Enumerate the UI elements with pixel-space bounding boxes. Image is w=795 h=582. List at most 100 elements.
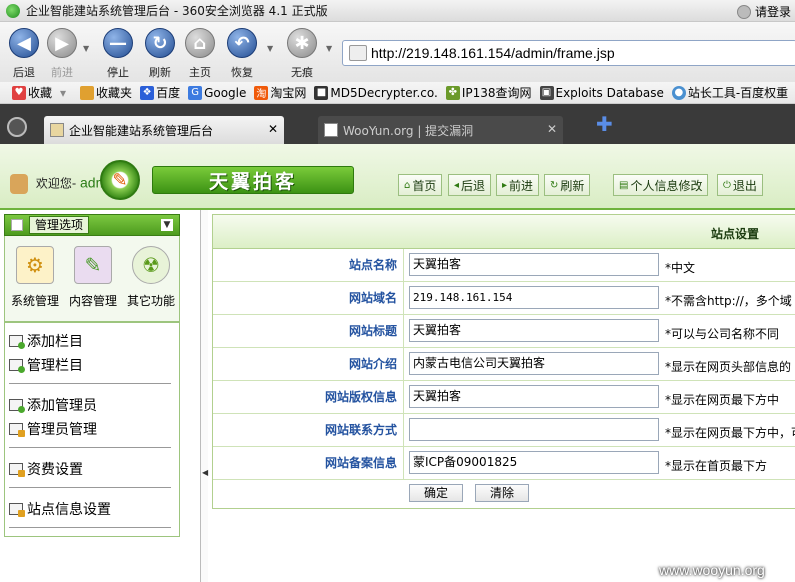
close-icon[interactable]: ✕	[547, 122, 557, 136]
baidu-icon: ❖	[140, 85, 155, 100]
page-icon	[324, 123, 338, 137]
divider	[9, 447, 171, 448]
sidebar-item-tariff[interactable]: 资费设置	[9, 459, 83, 479]
arrow-left-icon: ◂	[454, 179, 460, 191]
nav-home-button[interactable]: ⌂ 首页	[398, 174, 443, 196]
compass-logo-icon: ✎	[100, 160, 140, 200]
login-link[interactable]: 请登录	[736, 3, 791, 20]
chinaz-icon: ●	[671, 85, 686, 100]
sidebar-header: 管理选项 ▼	[4, 214, 180, 236]
form-actions: 确定 清除	[213, 480, 795, 508]
new-tab-icon[interactable]: ✚	[596, 114, 614, 134]
browser-toolbar: ◀ 后退 ▶ 前进 ▼ — 停止 ↻ 刷新 ⌂ 主页 ↶ 恢复 ▼ ✱ 无痕 ▼…	[0, 22, 795, 82]
submit-button[interactable]: 确定	[409, 484, 463, 502]
fav-folder[interactable]: 收藏夹	[80, 84, 132, 101]
fav-exploitdb[interactable]: ▣ Exploits Database	[539, 85, 664, 100]
browser-logo-icon	[6, 3, 20, 18]
site-name-input[interactable]: 天翼拍客	[409, 253, 659, 276]
browser-menu-icon[interactable]	[7, 117, 27, 137]
sidebar-item-manage-column[interactable]: 管理栏目	[9, 355, 83, 375]
icp-input[interactable]: 蒙ICP备09001825	[409, 451, 659, 474]
incognito-dropdown-icon[interactable]: ▼	[326, 44, 332, 53]
sidebar-item-add-admin[interactable]: 添加管理员	[9, 395, 97, 415]
nav-back-button[interactable]: ◂ 后退	[448, 174, 492, 196]
exploitdb-icon: ▣	[539, 85, 554, 100]
fav-google[interactable]: G Google	[188, 85, 246, 100]
refresh-icon: ↻	[145, 28, 175, 58]
sidebar-item-add-column[interactable]: 添加栏目	[9, 331, 83, 351]
sidebar-item-site-info[interactable]: 站点信息设置	[9, 499, 111, 519]
fav-ip138[interactable]: ✤ IP138查询网	[445, 84, 532, 101]
refresh-button[interactable]: ↻ 刷新	[138, 26, 182, 80]
divider	[9, 383, 171, 384]
fav-taobao[interactable]: 淘淘宝网	[254, 84, 306, 101]
content-icon: ✎	[74, 246, 112, 284]
arrow-right-icon	[9, 359, 25, 373]
sidebar-menu: 添加栏目 管理栏目 添加管理员 管理员管理 资费设置 站点信息设置	[4, 322, 180, 537]
fav-md5[interactable]: ■ MD5Decrypter.co.	[314, 85, 438, 100]
stop-button[interactable]: — 停止	[96, 26, 140, 80]
site-banner: 天翼拍客	[152, 166, 354, 194]
md5-icon: ■	[314, 85, 329, 100]
form-row-intro: 网站介绍 内蒙古电信公司天翼拍客 *显示在网页头部信息的	[213, 348, 795, 381]
form-row-icp: 网站备案信息 蒙ICP备09001825 *显示在首页最下方	[213, 447, 795, 480]
table-icon	[11, 219, 23, 231]
address-bar[interactable]: http://219.148.161.154/admin/frame.jsp	[342, 40, 795, 66]
reset-button[interactable]: 清除	[475, 484, 529, 502]
radiation-icon: ☢	[132, 246, 170, 284]
favorites-bar: ♥ 收藏 ▾ 收藏夹 ❖ 百度 G Google 淘淘宝网 ■ MD5Decrypter.…	[0, 82, 795, 104]
module-content[interactable]: ✎ 内容管理	[65, 246, 121, 309]
domain-input[interactable]: 219.148.161.154	[409, 286, 659, 309]
contact-input[interactable]	[409, 418, 659, 441]
panel-splitter[interactable]: ◀	[200, 210, 208, 582]
home-button[interactable]: ⌂ 主页	[178, 26, 222, 80]
ip138-icon: ✤	[445, 85, 460, 100]
taobao-icon: 淘	[254, 85, 269, 100]
nav-logout-button[interactable]: ⏻ 退出	[717, 174, 763, 196]
nav-profile-button[interactable]: ▤ 个人信息修改	[613, 174, 709, 196]
module-system[interactable]: ⚙ 系统管理	[7, 246, 63, 309]
nav-refresh-button[interactable]: ↻ 刷新	[544, 174, 591, 196]
module-other[interactable]: ☢ 其它功能	[123, 246, 179, 309]
window-titlebar: 企业智能建站系统管理后台 - 360安全浏览器 4.1 正式版 请登录	[0, 0, 795, 22]
folder-icon	[80, 85, 95, 100]
arrow-left-icon: ◀	[9, 28, 39, 58]
tab-admin[interactable]: 企业智能建站系统管理后台 ✕	[44, 116, 284, 144]
sidebar-title: 管理选项	[29, 216, 90, 234]
paw-icon: ✱	[287, 28, 317, 58]
arrow-right-icon: ▶	[47, 28, 77, 58]
arrow-right-icon: ▸	[502, 179, 508, 191]
close-icon[interactable]: ✕	[268, 122, 278, 136]
window-title: 企业智能建站系统管理后台 - 360安全浏览器 4.1 正式版	[26, 4, 328, 18]
form-row-domain: 网站域名 219.148.161.154 *不需含http://，多个域	[213, 282, 795, 315]
watermark: www.wooyun.org	[659, 562, 765, 578]
edit-icon	[9, 463, 25, 477]
add-icon	[9, 399, 25, 413]
forward-button[interactable]: ▶ 前进	[40, 26, 84, 80]
divider	[9, 527, 171, 528]
restore-button[interactable]: ↶ 恢复	[220, 26, 264, 80]
restore-dropdown-icon[interactable]: ▼	[267, 44, 273, 53]
sidebar-item-manage-admin[interactable]: 管理员管理	[9, 419, 97, 439]
user-icon	[736, 4, 751, 19]
form-row-site-name: 站点名称 天翼拍客 *中文	[213, 249, 795, 282]
form-row-contact: 网站联系方式 *显示在网页最下方中，可	[213, 414, 795, 447]
site-title-input[interactable]: 天翼拍客	[409, 319, 659, 342]
fav-baidu[interactable]: ❖ 百度	[140, 84, 180, 101]
copyright-input[interactable]: 天翼拍客	[409, 385, 659, 408]
intro-input[interactable]: 内蒙古电信公司天翼拍客	[409, 352, 659, 375]
tab-wooyun[interactable]: WooYun.org | 提交漏洞 ✕	[318, 116, 563, 144]
collapse-icon[interactable]: ▼	[161, 219, 173, 231]
refresh-icon: ↻	[550, 179, 559, 191]
divider	[9, 487, 171, 488]
page-icon	[349, 45, 367, 61]
form-title: 站点设置	[711, 227, 760, 241]
collapse-left-icon[interactable]: ◀	[202, 468, 208, 477]
favorites-menu[interactable]: ♥ 收藏 ▾	[12, 84, 66, 101]
tab-bar: 企业智能建站系统管理后台 ✕ WooYun.org | 提交漏洞 ✕ ✚	[0, 104, 795, 144]
fav-chinaz[interactable]: ● 站长工具-百度权重	[671, 84, 788, 101]
history-dropdown-icon[interactable]: ▼	[83, 44, 89, 53]
incognito-button[interactable]: ✱ 无痕	[280, 26, 324, 80]
nav-forward-button[interactable]: ▸ 前进	[496, 174, 540, 196]
form-row-copyright: 网站版权信息 天翼拍客 *显示在网页最下方中	[213, 381, 795, 414]
